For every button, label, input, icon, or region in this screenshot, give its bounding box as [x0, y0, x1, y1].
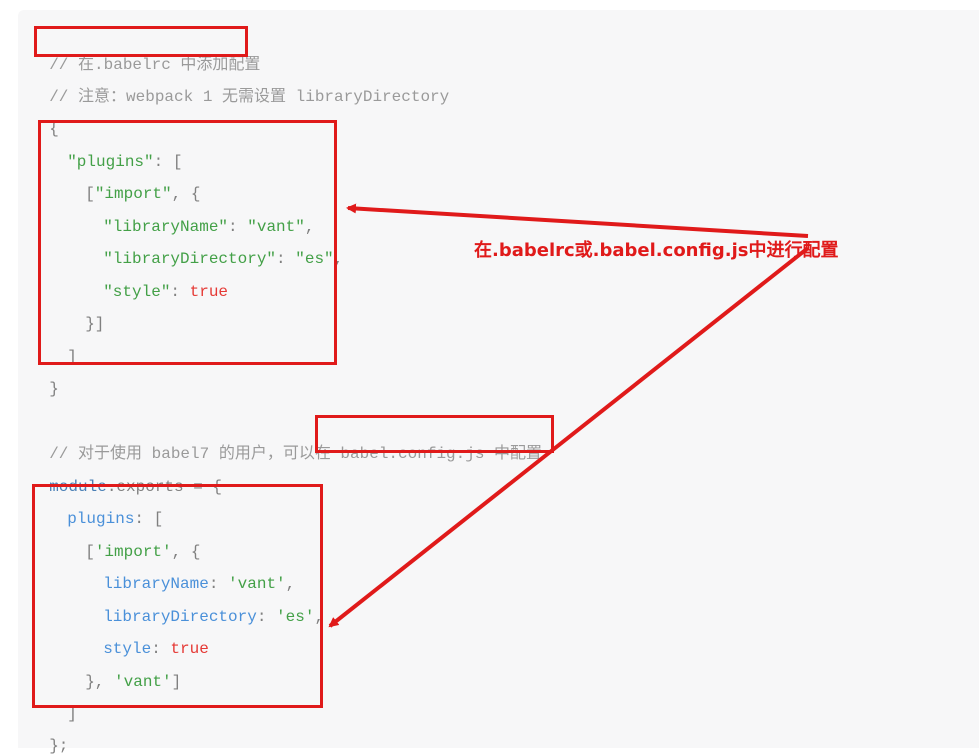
arrow-to-js-plugins: [328, 246, 810, 628]
annotation-label: 在.babelrc或.babel.config.js中进行配置: [474, 240, 839, 261]
arrow-to-json-plugins: [346, 203, 809, 238]
annotation-arrows: [328, 203, 810, 628]
